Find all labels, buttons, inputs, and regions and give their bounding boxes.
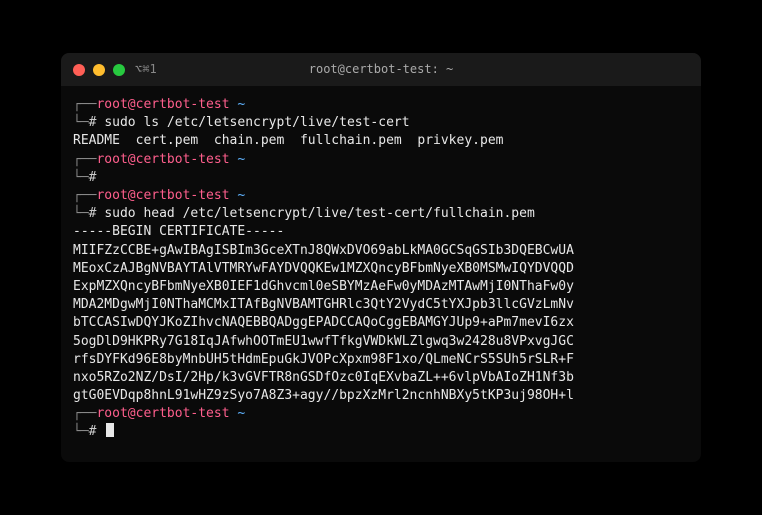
prompt-corner: ┌── bbox=[73, 188, 96, 203]
prompt-hash: # bbox=[89, 114, 105, 132]
title-bar[interactable]: ⌥⌘1 root@certbot-test: ~ bbox=[61, 53, 701, 86]
terminal-window: ⌥⌘1 root@certbot-test: ~ ┌──root@certbot… bbox=[61, 53, 701, 461]
prompt-corner-bottom: └─ bbox=[73, 169, 89, 187]
command-output: README cert.pem chain.pem fullchain.pem … bbox=[73, 132, 689, 150]
terminal-body[interactable]: ┌──root@certbot-test ~└─# sudo ls /etc/l… bbox=[61, 86, 701, 462]
prompt-user-host: root@certbot-test bbox=[96, 97, 229, 112]
window-title: root@certbot-test: ~ bbox=[309, 61, 454, 78]
prompt-corner-bottom: └─ bbox=[73, 114, 89, 132]
prompt-user-host: root@certbot-test bbox=[96, 188, 229, 203]
command-output: -----BEGIN CERTIFICATE----- MIIFZzCCBE+g… bbox=[73, 223, 689, 405]
prompt-corner-bottom: └─ bbox=[73, 423, 89, 441]
prompt-user-host: root@certbot-test bbox=[96, 406, 229, 421]
cursor bbox=[106, 423, 114, 437]
prompt-hash: # bbox=[89, 169, 105, 187]
prompt-user-host: root@certbot-test bbox=[96, 152, 229, 167]
command-text: sudo ls /etc/letsencrypt/live/test-cert bbox=[104, 114, 409, 132]
prompt-line: ┌──root@certbot-test ~ bbox=[73, 187, 689, 205]
title-meta: ⌥⌘1 bbox=[135, 61, 157, 78]
prompt-corner: ┌── bbox=[73, 152, 96, 167]
prompt-line: ┌──root@certbot-test ~ bbox=[73, 405, 689, 423]
prompt-line: ┌──root@certbot-test ~ bbox=[73, 96, 689, 114]
command-line[interactable]: └─# bbox=[73, 423, 689, 441]
prompt-corner: ┌── bbox=[73, 97, 96, 112]
prompt-path: ~ bbox=[237, 188, 245, 203]
command-line[interactable]: └─# sudo head /etc/letsencrypt/live/test… bbox=[73, 205, 689, 223]
prompt-corner-bottom: └─ bbox=[73, 205, 89, 223]
prompt-corner: ┌── bbox=[73, 406, 96, 421]
prompt-path: ~ bbox=[237, 152, 245, 167]
command-text: sudo head /etc/letsencrypt/live/test-cer… bbox=[104, 205, 534, 223]
maximize-icon[interactable] bbox=[113, 64, 125, 76]
prompt-path: ~ bbox=[237, 406, 245, 421]
command-line[interactable]: └─# bbox=[73, 169, 689, 187]
minimize-icon[interactable] bbox=[93, 64, 105, 76]
prompt-hash: # bbox=[89, 423, 105, 441]
prompt-path: ~ bbox=[237, 97, 245, 112]
command-line[interactable]: └─# sudo ls /etc/letsencrypt/live/test-c… bbox=[73, 114, 689, 132]
close-icon[interactable] bbox=[73, 64, 85, 76]
traffic-lights bbox=[73, 64, 125, 76]
prompt-hash: # bbox=[89, 205, 105, 223]
prompt-line: ┌──root@certbot-test ~ bbox=[73, 151, 689, 169]
